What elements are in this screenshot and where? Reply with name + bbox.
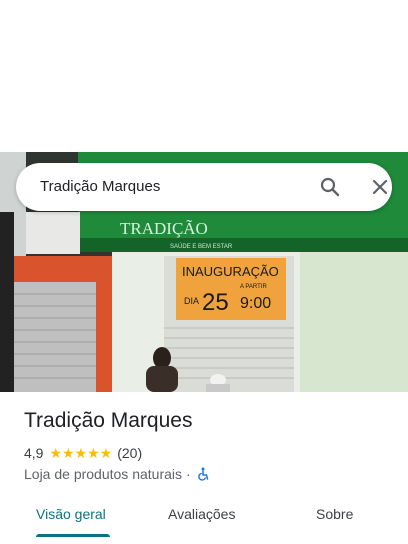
search-bar[interactable]: Tradição Marques: [16, 163, 392, 211]
banner-time-text: 9:00: [240, 295, 271, 312]
banner-from-text: A PARTIR: [240, 284, 267, 290]
tab-reviews[interactable]: Avaliações: [168, 506, 235, 522]
wheelchair-accessible-icon: [196, 467, 210, 481]
close-icon[interactable]: [368, 175, 392, 199]
sign-tagline-text: SAÚDE E BEM ESTAR: [170, 243, 233, 250]
banner-day-text: 25: [202, 289, 229, 316]
star-rating-icon: ★★★★★: [49, 444, 113, 461]
rating-value: 4,9: [24, 445, 44, 461]
search-icon[interactable]: [318, 175, 342, 199]
active-tab-indicator: [36, 534, 110, 537]
place-title: Tradição Marques: [24, 409, 193, 432]
rating-row[interactable]: 4,9 ★★★★★ (20): [24, 444, 142, 462]
category-row: Loja de produtos naturais ·: [24, 465, 210, 483]
review-count[interactable]: (20): [117, 445, 142, 461]
tab-about[interactable]: Sobre: [316, 506, 353, 522]
sign-name-text: TRADIÇÃO: [120, 219, 208, 238]
search-input[interactable]: Tradição Marques: [40, 178, 160, 195]
place-tabs: Visão geral Avaliações Sobre: [0, 496, 408, 544]
tab-overview[interactable]: Visão geral: [36, 506, 106, 522]
place-category: Loja de produtos naturais: [24, 466, 182, 482]
separator-dot: ·: [186, 466, 191, 482]
banner-title-text: INAUGURAÇÃO: [182, 264, 279, 279]
banner-dia-text: DIA: [184, 296, 199, 306]
